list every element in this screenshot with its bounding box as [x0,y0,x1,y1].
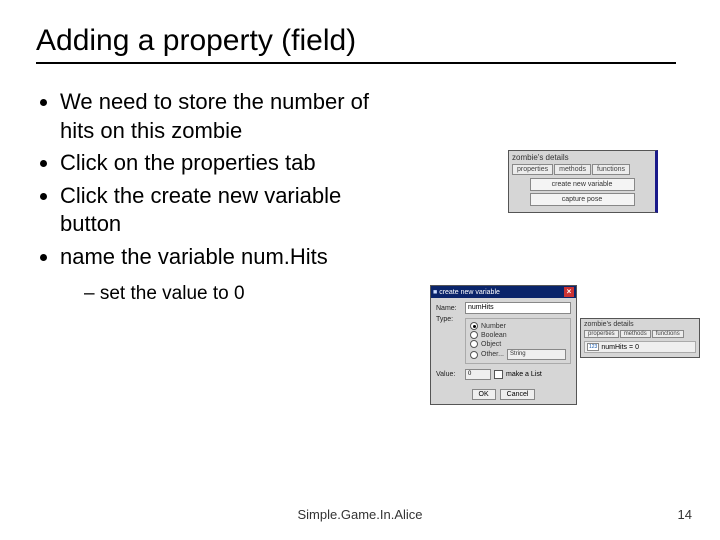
tab-functions[interactable]: functions [592,164,630,175]
make-list-checkbox[interactable] [494,370,503,379]
make-list-label: make a List [506,371,542,378]
bullet-item: We need to store the number of hits on t… [60,88,396,145]
sub-bullet-item: set the value to 0 [84,283,245,304]
radio-other[interactable]: Other...String [470,349,566,360]
tab-methods[interactable]: methods [554,164,591,175]
name-label: Name: [436,305,462,312]
type-label: Type: [436,316,462,323]
value-input[interactable]: 0 [465,369,491,380]
property-row[interactable]: 123 numHits = 0 [584,341,696,353]
tab-properties[interactable]: properties [584,330,619,338]
close-icon[interactable]: × [564,287,574,297]
slide-title: Adding a property (field) [36,24,676,64]
create-new-variable-button[interactable]: create new variable [530,178,635,191]
number-type-icon: 123 [587,343,599,351]
tab-properties[interactable]: properties [512,164,553,175]
value-label: Value: [436,371,462,378]
dialog-title: ■ create new variable [433,289,500,296]
slide-footer: Simple.Game.In.Alice [0,507,720,522]
panel-header: zombie's details [512,153,652,162]
equals-sign: = [629,344,633,351]
radio-object[interactable]: Object [470,340,566,348]
bullet-item: name the variable num.Hits [60,243,396,272]
name-input[interactable]: numHits [465,302,571,314]
tab-functions[interactable]: functions [652,330,684,338]
details-panel-result: zombie's details properties methods func… [580,318,700,358]
capture-pose-button[interactable]: capture pose [530,193,635,206]
property-value: 0 [635,344,639,351]
cancel-button[interactable]: Cancel [500,389,536,400]
page-number: 14 [678,507,692,522]
bullet-list: We need to store the number of hits on t… [36,88,396,306]
ok-button[interactable]: OK [472,389,496,400]
details-panel: zombie's details properties methods func… [508,150,658,213]
tab-methods[interactable]: methods [620,330,651,338]
bullet-item: Click the create new variable button [60,182,396,239]
radio-boolean[interactable]: Boolean [470,331,566,339]
radio-number[interactable]: Number [470,322,566,330]
property-name: numHits [601,344,627,351]
create-variable-dialog: ■ create new variable × Name: numHits Ty… [430,285,577,405]
other-type-dropdown[interactable]: String [507,349,566,360]
panel-header: zombie's details [584,321,696,328]
bullet-item: Click on the properties tab [60,149,396,178]
